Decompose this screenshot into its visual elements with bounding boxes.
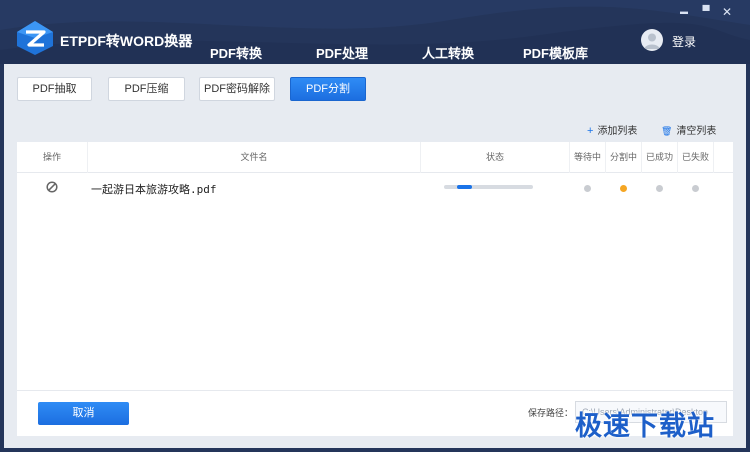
subtab-pdf-compress[interactable]: PDF压缩 — [108, 77, 185, 101]
add-list-label: 添加列表 — [597, 126, 638, 137]
plus-icon: + — [587, 125, 594, 137]
subtab-pdf-split[interactable]: PDF分割 — [290, 77, 366, 101]
column-header-filename: 文件名 — [240, 152, 268, 162]
status-dot-succeeded — [656, 185, 663, 192]
user-avatar-icon[interactable] — [641, 29, 663, 51]
clear-list-button[interactable]: 🗑 清空列表 — [661, 122, 716, 137]
app-logo-icon — [17, 21, 53, 55]
save-path-label: 保存路径： — [528, 408, 574, 418]
column-header-failed: 已失败 — [681, 152, 709, 162]
status-dot-waiting — [584, 185, 591, 192]
app-title: ETPDF转WORD换器 — [60, 33, 193, 49]
table-header: 操作 文件名 状态 等待中 分割中 已成功 已失败 — [17, 142, 733, 173]
main-panel: PDF抽取 PDF压缩 PDF密码解除 PDF分割 + 添加列表 🗑 清空列表 操作… — [4, 64, 746, 448]
clear-list-label: 清空列表 — [676, 126, 717, 137]
column-header-status: 状态 — [485, 152, 504, 162]
trash-icon: 🗑 — [661, 126, 673, 136]
cancel-circle-icon[interactable] — [46, 181, 58, 193]
progress-bar-fill — [457, 185, 472, 189]
file-table: 操作 文件名 状态 等待中 分割中 已成功 已失败 一起游日本旅游攻略.pdf — [17, 142, 733, 390]
file-name: 一起游日本旅游攻略.pdf — [91, 183, 217, 196]
progress-bar — [444, 185, 533, 189]
status-dot-failed — [692, 185, 699, 192]
column-header-splitting: 分割中 — [609, 152, 637, 162]
subtab-pdf-extract[interactable]: PDF抽取 — [17, 77, 92, 101]
watermark-text: 极速下载站 — [575, 411, 715, 441]
tab-pdf-process[interactable]: PDF处理 — [311, 43, 373, 68]
column-header-operation: 操作 — [42, 152, 61, 162]
minimize-icon[interactable]: ▬ — [677, 5, 691, 19]
login-link[interactable]: 登录 — [672, 33, 696, 50]
tab-manual-convert[interactable]: 人工转换 — [422, 43, 474, 62]
add-list-button[interactable]: + 添加列表 — [587, 122, 637, 137]
cancel-button[interactable]: 取消 — [38, 402, 129, 425]
subtab-pdf-password-remove[interactable]: PDF密码解除 — [199, 77, 275, 101]
table-row: 一起游日本旅游攻略.pdf — [17, 173, 733, 201]
close-icon[interactable]: ✕ — [720, 5, 734, 19]
maximize-icon[interactable]: ▀ — [699, 5, 713, 19]
column-divider — [713, 142, 714, 173]
column-header-succeeded: 已成功 — [645, 152, 673, 162]
column-header-waiting: 等待中 — [573, 152, 601, 162]
tab-pdf-convert[interactable]: PDF转换 — [210, 43, 262, 62]
tab-pdf-template-library[interactable]: PDF模板库 — [523, 43, 588, 62]
title-bar: ETPDF转WORD换器 PDF转换 PDF处理 人工转换 PDF模板库 ▬ ▀… — [0, 0, 750, 68]
status-dot-splitting — [620, 185, 627, 192]
